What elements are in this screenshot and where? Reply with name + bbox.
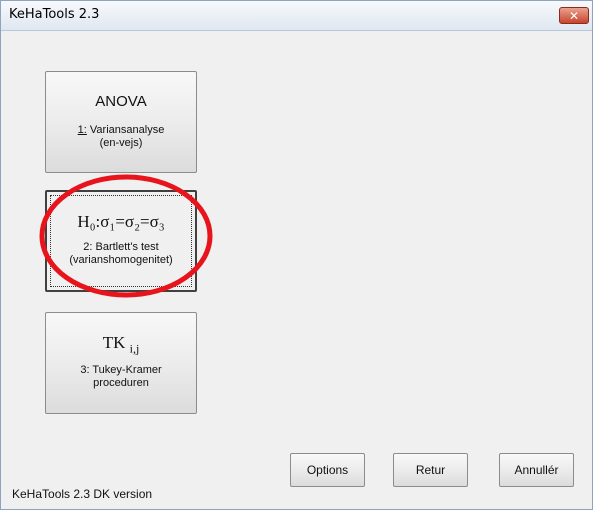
anova-button[interactable]: ANOVA 1: Variansanalyse (en-vejs) [45, 71, 197, 173]
tukey-kramer-button[interactable]: TK i,j 3: Tukey-Kramer proceduren [45, 312, 197, 414]
tukey-kramer-formula: TK i,j [103, 333, 140, 356]
tukey-button-description: 3: Tukey-Kramer proceduren [80, 364, 161, 390]
tukey-button-line2: proceduren [93, 377, 149, 390]
annuller-button-label: Annullér [514, 463, 559, 477]
anova-button-line2: (en-vejs) [99, 137, 143, 149]
anova-button-title: ANOVA [95, 93, 147, 110]
tukey-button-line1: 3: Tukey-Kramer [80, 364, 162, 377]
bartlett-test-button[interactable]: H₀:σ₁=σ₂=σ₃ 2: Bartlett's test (variansh… [45, 190, 197, 292]
close-button[interactable]: ✕ [559, 7, 589, 24]
version-label: KeHaTools 2.3 DK version [12, 487, 153, 501]
focus-rectangle [50, 195, 192, 287]
options-button-label: Options [306, 463, 349, 477]
annuller-button[interactable]: Annullér [499, 453, 574, 487]
close-icon: ✕ [568, 8, 580, 23]
dialog-window: KeHaTools 2.3 ✕ ANOVA 1: Variansanalyse … [0, 0, 593, 510]
tukey-formula-base: TK [102, 333, 126, 352]
dialog-client-area: ANOVA 1: Variansanalyse (en-vejs) H₀:σ₁=… [1, 31, 592, 509]
anova-button-description: 1: Variansanalyse (en-vejs) [78, 124, 165, 150]
window-title: KeHaTools 2.3 [9, 7, 100, 22]
retur-button-label: Retur [415, 463, 446, 477]
tukey-formula-subscript: i,j [129, 341, 140, 356]
title-bar[interactable]: KeHaTools 2.3 ✕ [1, 1, 592, 31]
options-button[interactable]: Options [290, 453, 365, 487]
anova-button-line1: 1: Variansanalyse [77, 124, 165, 136]
retur-button[interactable]: Retur [393, 453, 468, 487]
